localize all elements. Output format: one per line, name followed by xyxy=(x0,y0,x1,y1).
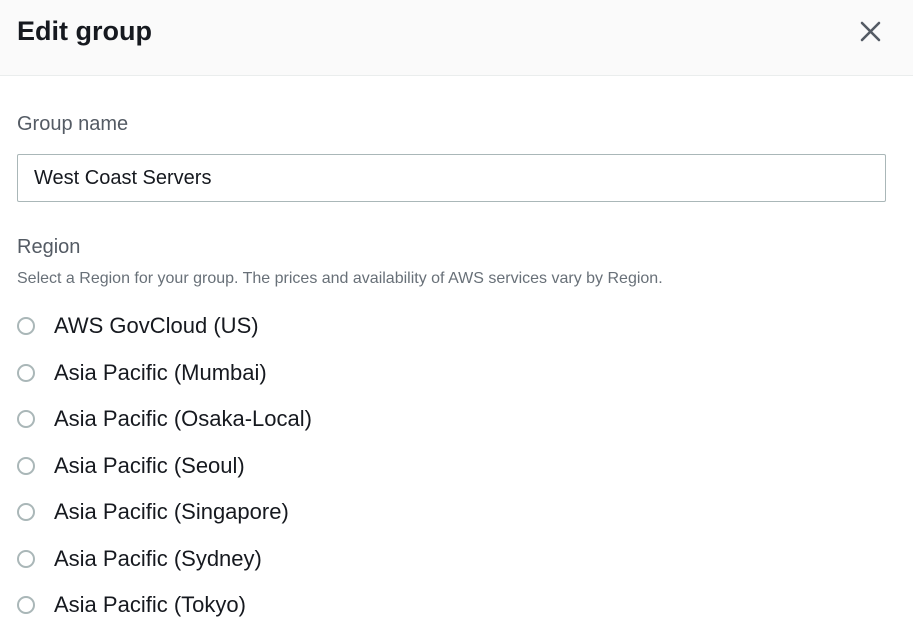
region-option-label: Asia Pacific (Mumbai) xyxy=(54,359,267,385)
dialog-title: Edit group xyxy=(17,16,152,46)
region-option-govcloud-us[interactable]: AWS GovCloud (US) xyxy=(17,310,877,357)
region-option-label: Asia Pacific (Sydney) xyxy=(54,545,262,571)
region-option-mumbai[interactable]: Asia Pacific (Mumbai) xyxy=(17,357,877,404)
region-option-osaka-local[interactable]: Asia Pacific (Osaka-Local) xyxy=(17,403,877,450)
region-option-label: Asia Pacific (Tokyo) xyxy=(54,592,246,617)
dialog-header: Edit group xyxy=(0,0,913,76)
region-option-seoul[interactable]: Asia Pacific (Seoul) xyxy=(17,450,877,497)
radio-button[interactable] xyxy=(17,503,35,521)
region-option-label: Asia Pacific (Singapore) xyxy=(54,499,289,524)
group-name-label: Group name xyxy=(17,113,129,135)
radio-button[interactable] xyxy=(17,317,35,335)
region-radio-group: AWS GovCloud (US) Asia Pacific (Mumbai) … xyxy=(17,310,877,636)
region-option-label: Asia Pacific (Seoul) xyxy=(54,452,245,478)
radio-button[interactable] xyxy=(17,549,35,568)
region-option-singapore[interactable]: Asia Pacific (Singapore) xyxy=(17,496,877,543)
radio-button[interactable] xyxy=(17,363,35,382)
radio-button[interactable] xyxy=(17,456,35,475)
close-button[interactable] xyxy=(856,16,886,46)
region-label: Region xyxy=(17,236,81,258)
close-icon xyxy=(860,21,881,42)
region-option-label: Asia Pacific (Osaka-Local) xyxy=(54,406,312,431)
region-option-tokyo[interactable]: Asia Pacific (Tokyo) xyxy=(17,589,877,636)
radio-button[interactable] xyxy=(17,596,35,614)
region-option-sydney[interactable]: Asia Pacific (Sydney) xyxy=(17,543,877,590)
region-option-label: AWS GovCloud (US) xyxy=(54,313,259,338)
radio-button[interactable] xyxy=(17,410,35,428)
region-description: Select a Region for your group. The pric… xyxy=(17,270,663,287)
group-name-input[interactable] xyxy=(17,154,886,202)
